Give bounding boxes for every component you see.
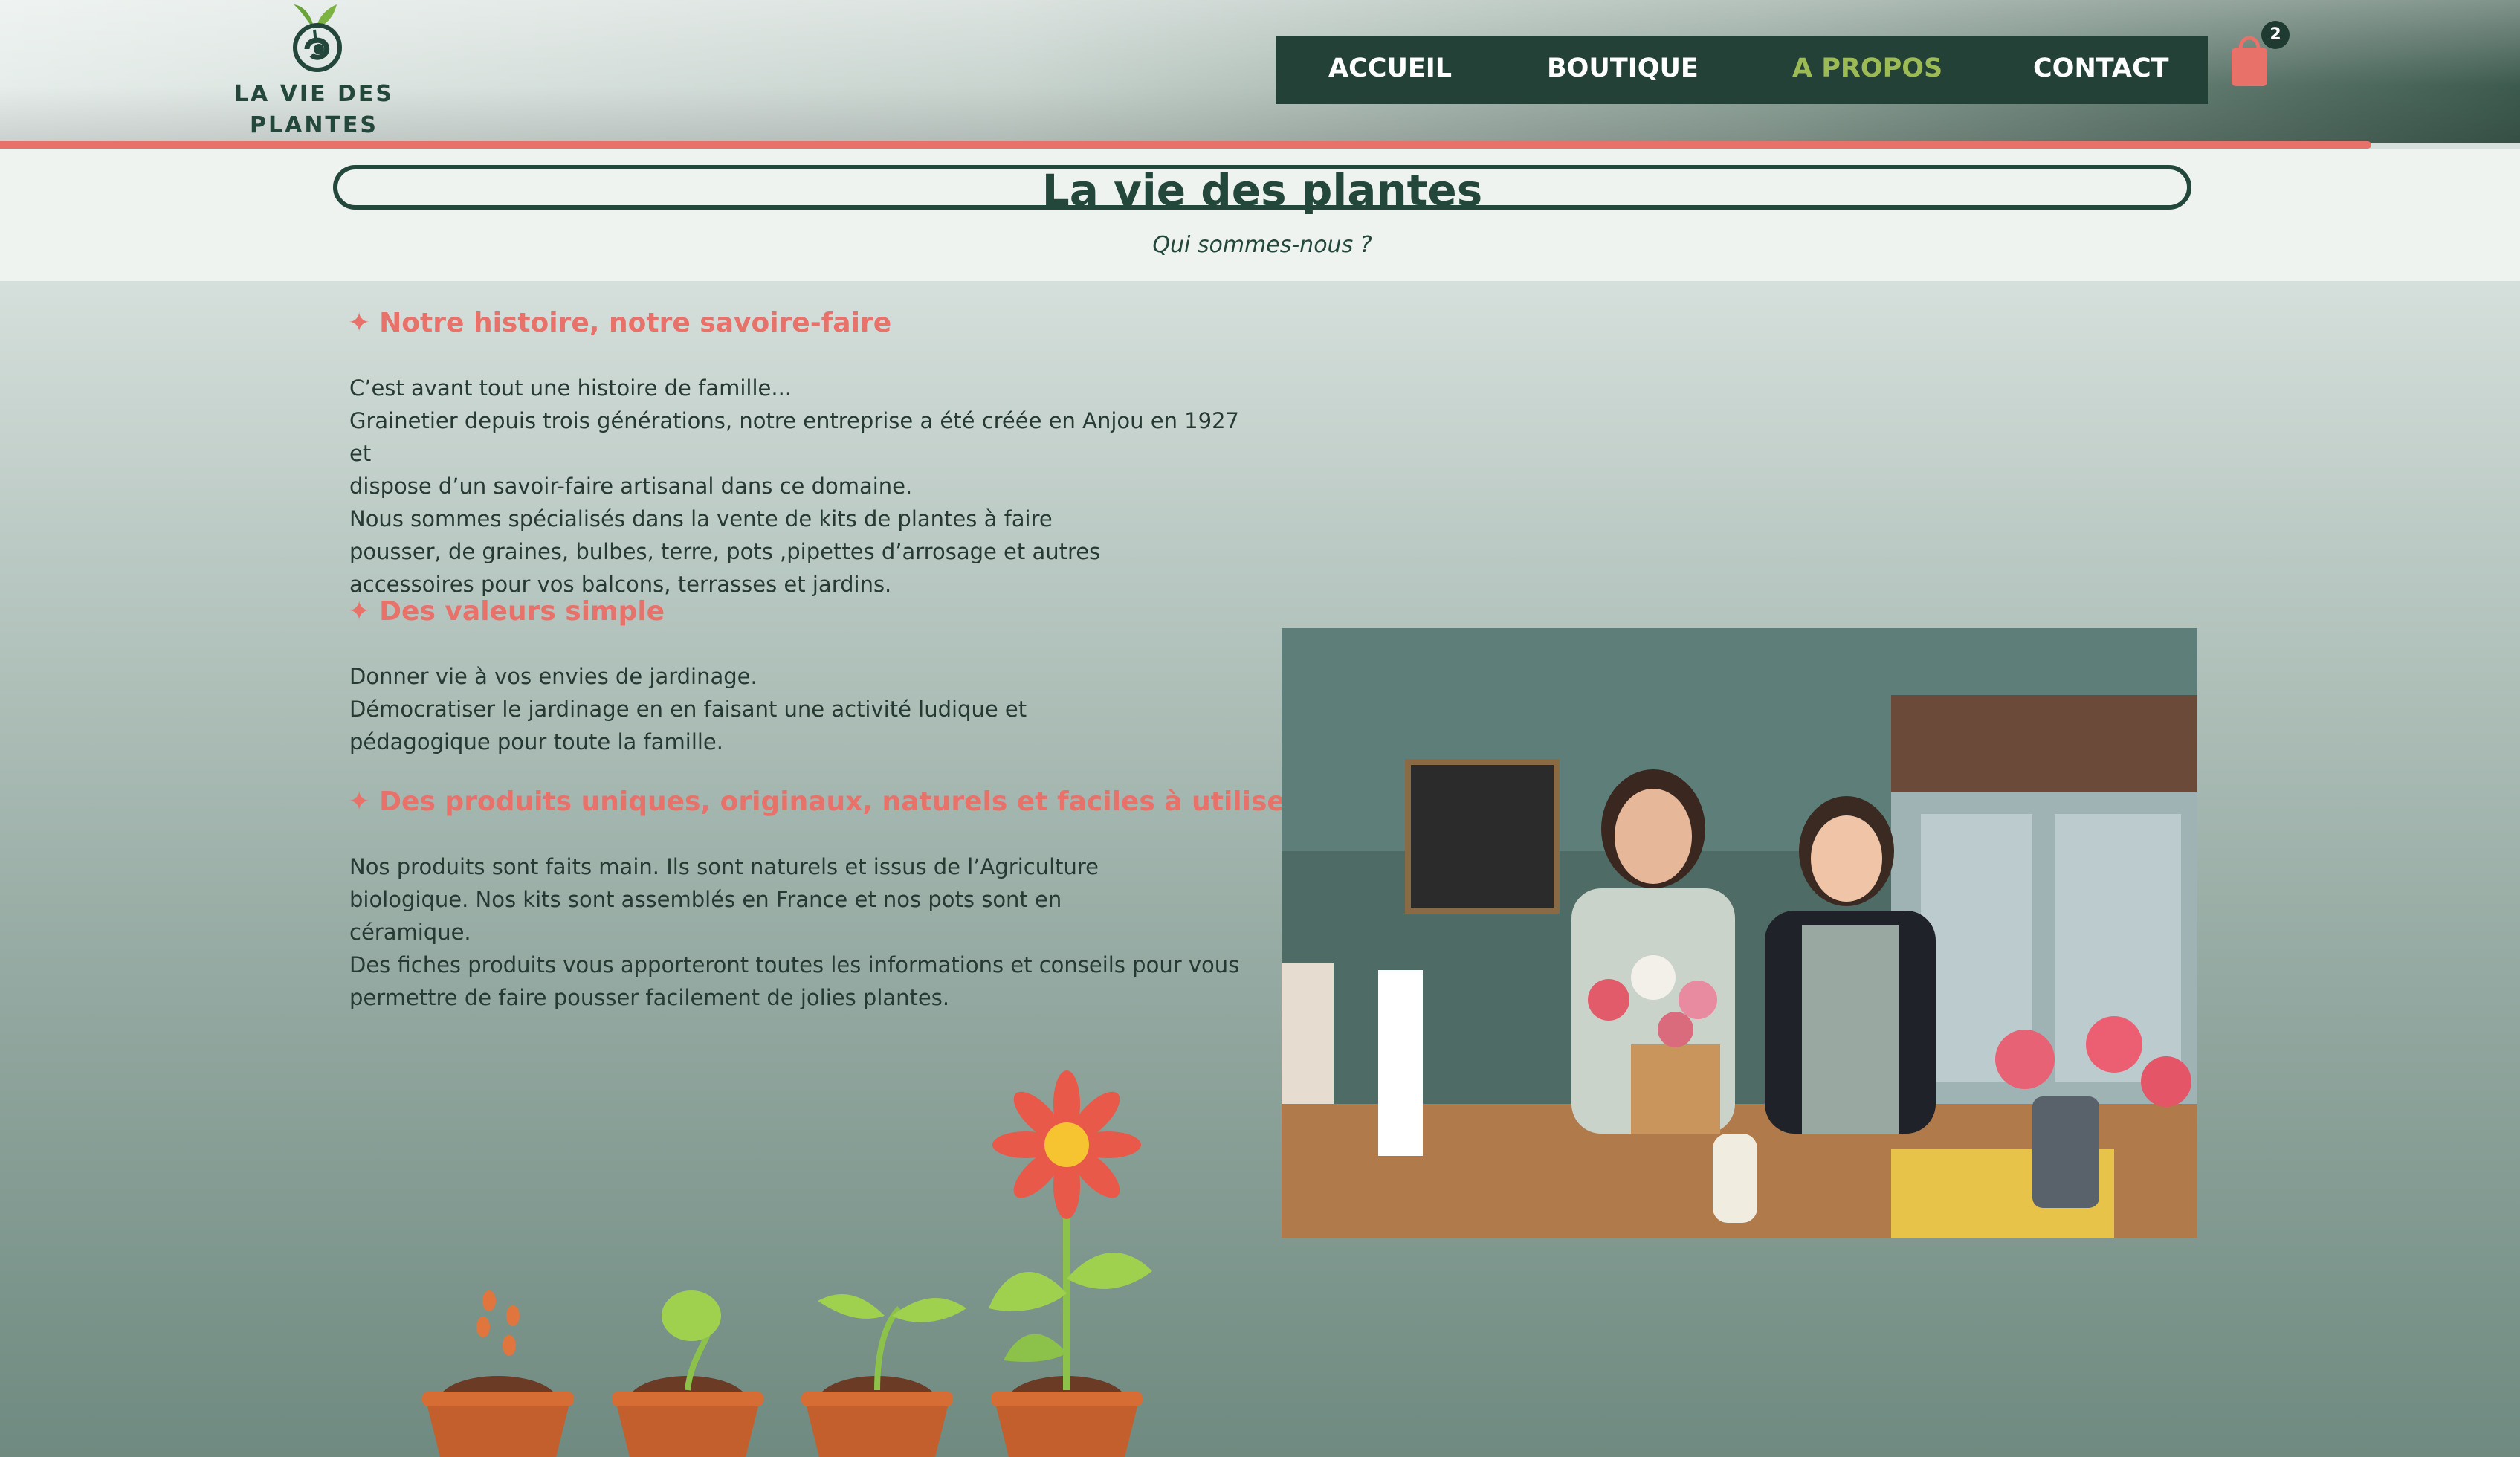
plant-growth-stages-illustration [422, 1070, 1152, 1457]
logo-text: LA VIE DES PLANTES [216, 79, 413, 141]
sprout-spiral-icon [293, 4, 342, 72]
section-heading-histoire: ✦ Notre histoire, notre savoire-faire [348, 308, 891, 338]
pot-stage-flower [989, 1070, 1152, 1457]
section-heading-text: Notre histoire, notre savoire-faire [379, 308, 892, 338]
pot-stage-sprout [612, 1290, 763, 1457]
sparkle-icon: ✦ [348, 786, 371, 817]
cart-button[interactable]: 2 [2226, 21, 2290, 92]
logo[interactable]: LA VIE DES PLANTES [216, 0, 413, 141]
section-heading-produits: ✦ Des produits uniques, originaux, nature… [348, 786, 1299, 817]
page-title: La vie des plantes [1041, 165, 1483, 216]
section-text-produits: Nos produits sont faits main. Ils sont n… [349, 854, 1240, 1010]
header-accent-line [0, 141, 2371, 149]
florists-shop-photo [1282, 628, 2197, 1238]
nav-item-boutique[interactable]: BOUTIQUE [1547, 54, 1699, 83]
brand-name-line1: LA VIE DES [233, 81, 395, 107]
brand-name-line2: PLANTES [250, 112, 378, 138]
cart-count-badge: 2 [2261, 21, 2290, 49]
nav-item-a-propos[interactable]: A PROPOS [1792, 54, 1942, 83]
page-subtitle: Qui sommes-nous ? [1152, 232, 1372, 258]
section-heading-text: Des produits uniques, originaux, naturel… [379, 786, 1299, 817]
sparkle-icon: ✦ [348, 596, 371, 627]
section-text-histoire: C’est avant tout une histoire de famille… [349, 375, 1239, 597]
section-text-valeurs: Donner vie à vos envies de jardinage. Dé… [349, 664, 1027, 755]
main-nav: ACCUEIL BOUTIQUE A PROPOS CONTACT [1276, 36, 2208, 104]
nav-item-accueil[interactable]: ACCUEIL [1328, 54, 1452, 83]
nav-item-contact[interactable]: CONTACT [2033, 54, 2169, 83]
sparkle-icon: ✦ [348, 308, 371, 338]
pot-stage-seedling [801, 1294, 966, 1457]
section-heading-valeurs: ✦ Des valeurs simple [348, 596, 665, 627]
section-heading-text: Des valeurs simple [379, 596, 665, 627]
pot-stage-seeds [422, 1290, 574, 1457]
